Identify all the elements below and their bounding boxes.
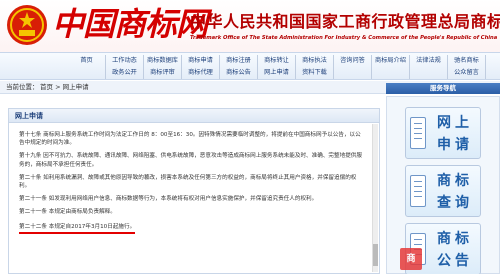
article-paragraph: 第十九条 因不可抗力、系统故障、通讯故障、网络阻塞、供电系统故障，恶意攻击等造成… [19,153,362,168]
service-nav-title: 服务导航 [386,83,500,94]
national-emblem-icon [7,5,47,45]
page-title: 网上申请 [9,109,379,123]
highlighted-paragraph: 第二十二条 本规定自2017年3月10日起施行。 [19,223,136,234]
nav-item[interactable]: 商标数据库 [144,55,182,67]
nav-item[interactable]: 工作动态 [106,55,144,67]
article-paragraph: 第二十一条 本规定由商标局负责解释。 [19,209,116,216]
service-button-label: 网上申请 [437,115,473,153]
nav-item[interactable]: 政务公开 [106,67,144,79]
nav-item[interactable]: 网上申请 [258,67,296,79]
article-paragraph: 第十七条 商标网上服务系统工作时间为法定工作日的 8：00至16：30。因特殊情… [19,132,361,147]
nav-item[interactable]: 商标注册 [220,55,258,67]
nav-item[interactable]: 商标申请 [182,55,220,67]
site-subtitle: Trademark Office of The State Administra… [190,35,498,41]
nav-item[interactable]: 公众留言 [448,67,486,79]
breadcrumb-label: 当前位置： [6,83,39,91]
nav-item[interactable]: 商标代理 [182,67,220,79]
nav-item[interactable]: 法律法规 [410,55,448,67]
service-button-label: 商标公告 [437,231,473,269]
online-application-button[interactable]: 网上申请 [405,107,481,159]
nav-item[interactable]: 咨询问答 [334,55,372,67]
nav-row-1: 首页 工作动态 商标数据库 商标申请 商标注册 商标转让 商标执法 咨询问答 商… [68,55,486,67]
nav-item[interactable]: 商标局介绍 [372,55,410,67]
article-paragraph: 第二十条 如利用系统漏洞、故障或其他原因导致的篡改，损害本系统及任何第三方的权益… [19,174,357,190]
nav-item[interactable]: 首页 [68,55,106,67]
article-paragraph: 第二十一条 如发现利用网络用户信息、商标数据等行为，本系统将有权对用户信息实施保… [19,196,318,203]
nav-item[interactable]: 驰名商标 [448,55,486,67]
trademark-search-button[interactable]: 商标查询 [405,165,481,217]
breadcrumb-path[interactable]: 首页 > 网上申请 [40,81,89,94]
nav-item[interactable]: 商标公告 [220,67,258,79]
search-document-icon [410,175,426,207]
site-header: 中国商标网 中华人民共和国国家工商行政管理总局商标局 Trademark Off… [0,0,500,52]
nav-item[interactable]: 商标执法 [296,55,334,67]
nav-item[interactable]: 资料下载 [296,67,334,79]
site-logo-text[interactable]: 中国商标网 [52,4,208,44]
document-icon [410,117,426,149]
nav-item[interactable] [68,67,106,79]
nav-item[interactable]: 商标转让 [258,55,296,67]
service-button-label: 商标查询 [437,173,473,211]
main-nav: 首页 工作动态 商标数据库 商标申请 商标注册 商标转让 商标执法 咨询问答 商… [0,52,500,80]
watermark-badge: 商 [400,248,422,270]
nav-item[interactable] [410,67,448,79]
site-title: 中华人民共和国国家工商行政管理总局商标局 [190,12,500,31]
nav-item[interactable] [334,67,372,79]
content-panel: 网上申请 第十七条 商标网上服务系统工作时间为法定工作日的 8：00至16：30… [8,108,380,274]
scrollbar-thumb[interactable] [373,244,378,266]
article-body: 第十七条 商标网上服务系统工作时间为法定工作日的 8：00至16：30。因特殊情… [19,131,364,239]
nav-row-2: 政务公开 商标评审 商标代理 商标公告 网上申请 资料下载 公众留言 [68,67,486,79]
nav-item[interactable]: 商标评审 [144,67,182,79]
nav-item[interactable] [372,67,410,79]
vertical-scrollbar[interactable] [372,124,378,272]
